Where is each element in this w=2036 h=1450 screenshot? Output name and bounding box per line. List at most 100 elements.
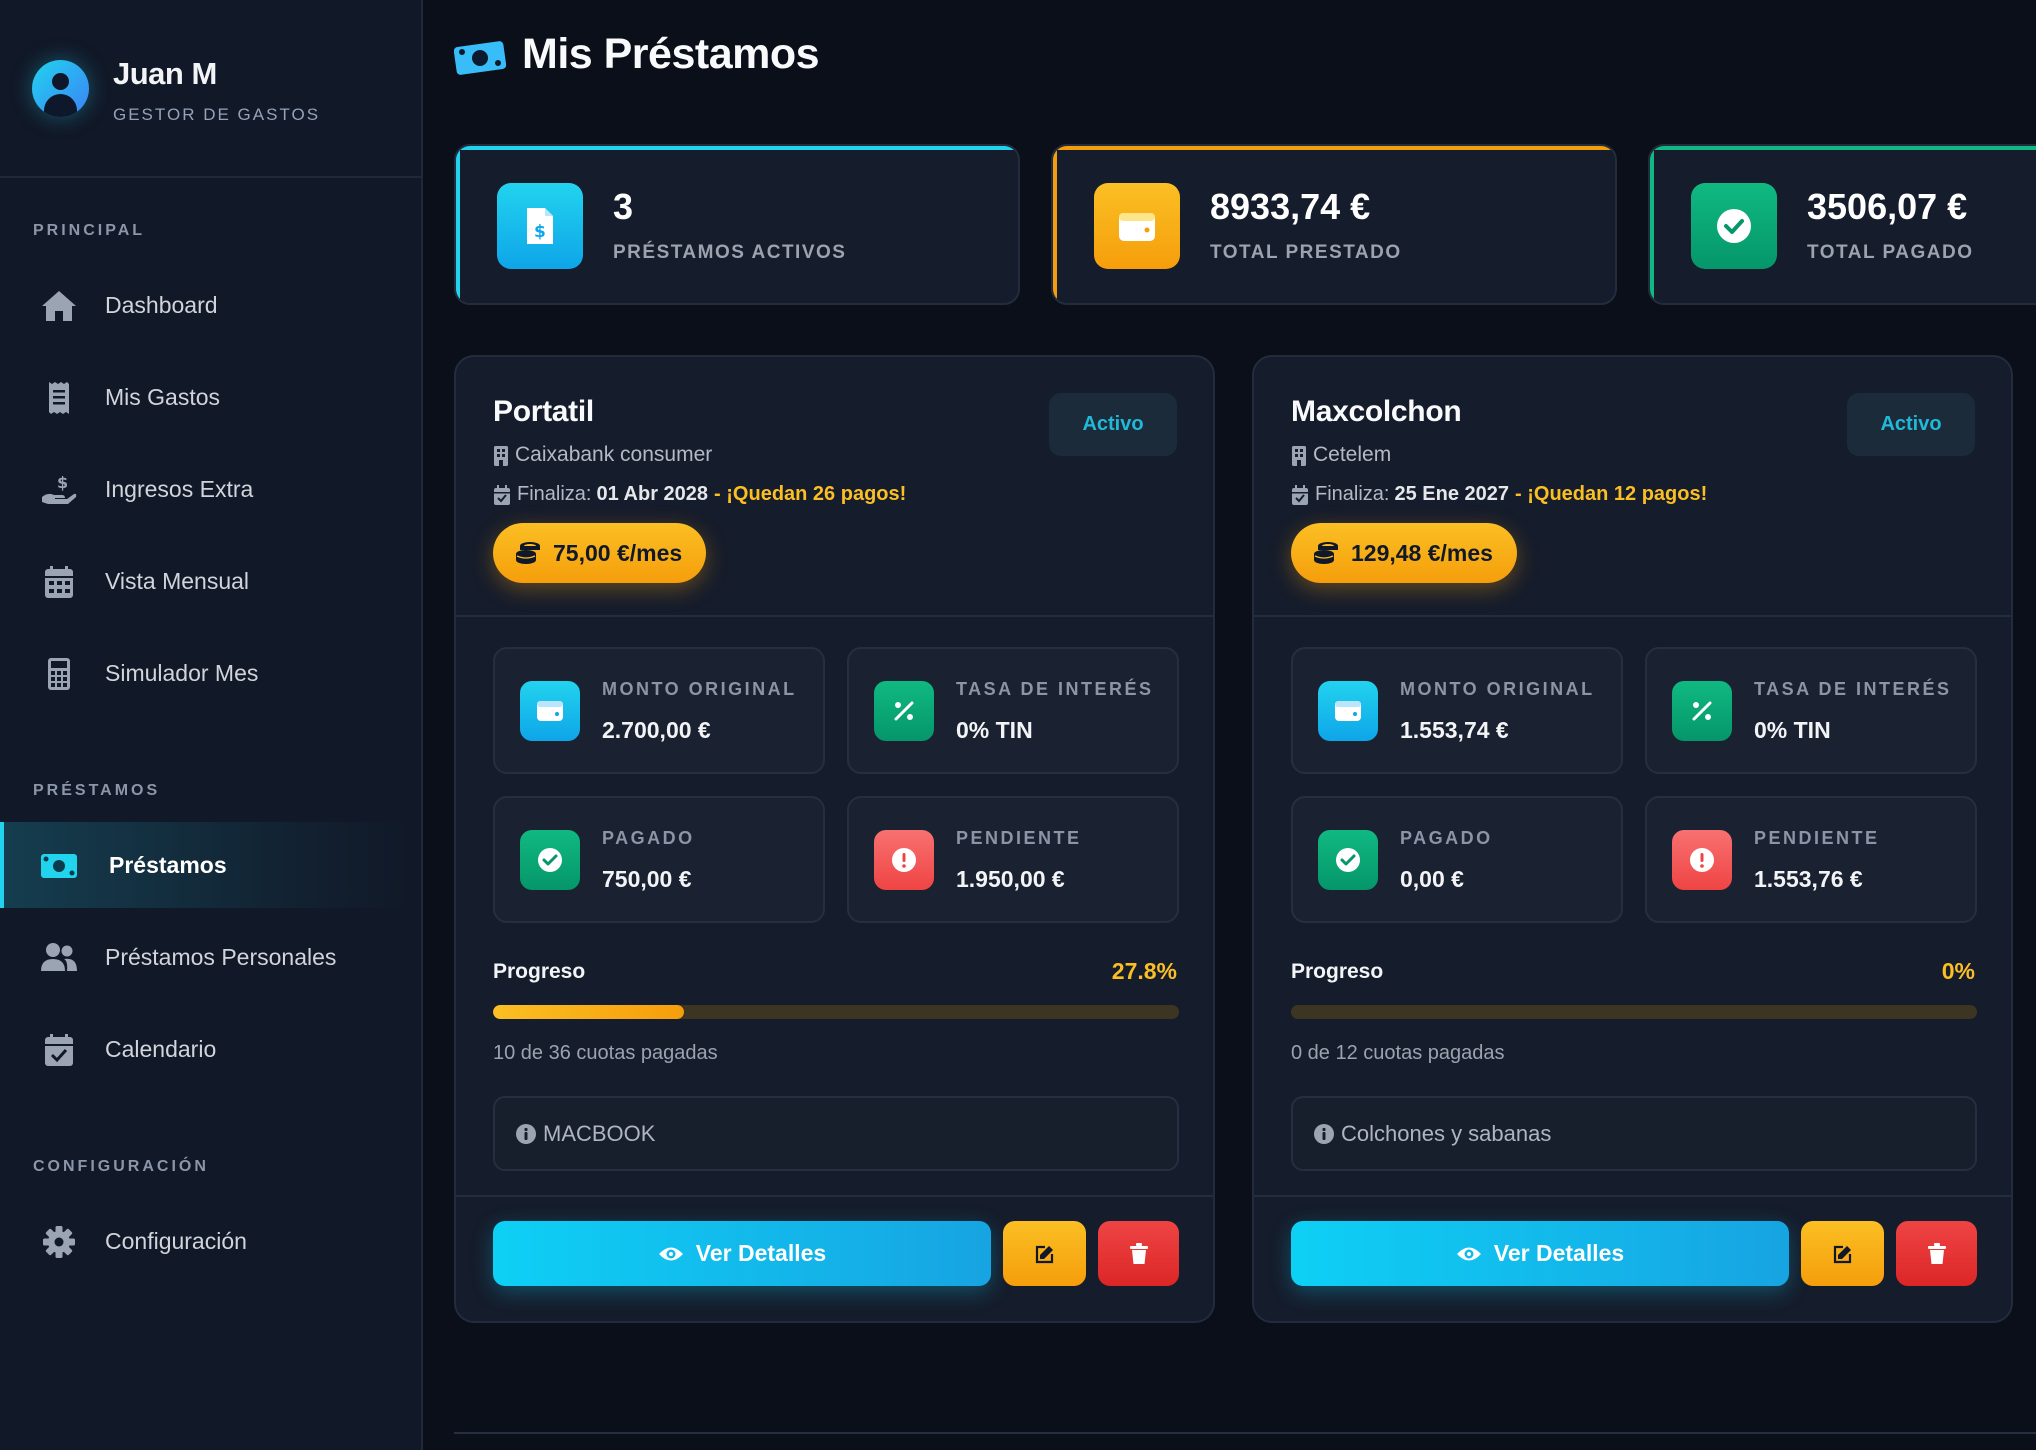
monthly-payment-badge: 75,00 €/mes [493,523,707,583]
end-date: 01 Abr 2028 [596,483,709,505]
exclamation-circle-icon [874,830,934,890]
user-avatar-icon[interactable] [32,60,89,117]
sidebar-item-label: Simulador Mes [105,659,259,686]
edit-button[interactable] [1003,1221,1086,1286]
calculator-icon [48,658,70,690]
info-label: TASA DE INTERÉS [956,679,1154,699]
monthly-amount: 75,00 €/mes [553,539,683,566]
loan-end-info: Finaliza: 01 Abr 2028 - ¡Quedan 26 pagos… [493,483,906,506]
progress-percentage: 0% [1941,958,1975,984]
coins-icon [516,542,540,564]
loan-note: Colchones y sabanas [1291,1096,1977,1171]
eye-icon [1456,1247,1481,1260]
stat-label: TOTAL PAGADO [1807,242,1974,263]
home-icon [42,291,76,321]
gear-icon [43,1226,75,1258]
trash-icon [1129,1242,1148,1264]
remaining-payments: - ¡Quedan 26 pagos! [714,483,907,505]
info-value: 0% TIN [1754,717,1831,743]
info-label: MONTO ORIGINAL [1400,679,1595,699]
divider [1254,615,2011,617]
check-circle-icon [520,830,580,890]
stat-card-total-paid: 3506,07 € TOTAL PAGADO [1648,144,2036,305]
info-circle-icon [1314,1123,1334,1144]
sidebar-item-simulador-mes[interactable]: Simulador Mes [0,630,421,716]
page-title: Mis Préstamos [522,30,820,78]
calendar-grid-icon [45,566,73,598]
info-label: MONTO ORIGINAL [602,679,797,699]
info-original-amount: MONTO ORIGINAL 1.553,74 € [1291,647,1623,774]
progress-label: Progreso [1291,960,1384,983]
status-badge: Activo [1049,393,1177,456]
stat-accent-line [1053,146,1615,150]
loan-lender: Cetelem [1291,443,1391,467]
progress-bar [1291,1005,1977,1019]
hand-holding-dollar-icon: $ [42,473,77,504]
sidebar-item-dashboard[interactable]: Dashboard [0,262,421,348]
loan-note: MACBOOK [493,1096,1179,1171]
edit-button[interactable] [1801,1221,1884,1286]
info-value: 2.700,00 € [602,717,711,743]
edit-icon [1833,1245,1851,1263]
stat-accent-line [456,146,1018,150]
check-circle-icon [1318,830,1378,890]
stat-value: 3 [613,186,634,227]
stat-card-total-lent: 8933,74 € TOTAL PRESTADO [1051,144,1617,305]
divider [456,1195,1213,1197]
invoice-dollar-icon: $ [497,183,583,269]
delete-button[interactable] [1098,1221,1179,1286]
info-pending: PENDIENTE 1.950,00 € [847,796,1179,923]
user-profile: Juan M GESTOR DE GASTOS [0,0,421,178]
divider [456,615,1213,617]
calendar-check-icon [45,1034,73,1066]
info-value: 1.553,76 € [1754,866,1863,892]
sidebar-item-mis-gastos[interactable]: Mis Gastos [0,354,421,440]
section-title-prestamos: PRÉSTAMOS [33,782,161,799]
monthly-amount: 129,48 €/mes [1351,539,1493,566]
svg-text:$: $ [57,473,68,492]
section-divider [454,1432,2036,1434]
wallet-icon [520,681,580,741]
info-label: TASA DE INTERÉS [1754,679,1952,699]
view-details-label: Ver Detalles [695,1240,827,1266]
stat-label: TOTAL PRESTADO [1210,242,1402,263]
delete-button[interactable] [1896,1221,1977,1286]
info-label: PENDIENTE [1754,828,1880,848]
sidebar-item-configuracion[interactable]: Configuración [0,1198,421,1284]
info-interest-rate: TASA DE INTERÉS 0% TIN [1645,647,1977,774]
loan-name: Maxcolchon [1291,395,1462,428]
section-title-principal: PRINCIPAL [33,222,146,239]
percent-icon [1672,681,1732,741]
sidebar-item-label: Vista Mensual [105,567,250,594]
sidebar-item-label: Préstamos [109,851,227,878]
info-pending: PENDIENTE 1.553,76 € [1645,796,1977,923]
eye-icon [658,1247,683,1260]
progress-percentage: 27.8% [1111,958,1177,984]
wallet-icon [1318,681,1378,741]
sidebar-item-prestamos[interactable]: Préstamos [0,822,421,908]
stat-accent-line [1053,146,1057,303]
sidebar-item-ingresos-extra[interactable]: $ Ingresos Extra [0,446,421,532]
section-title-configuracion: CONFIGURACIÓN [33,1158,209,1175]
info-original-amount: MONTO ORIGINAL 2.700,00 € [493,647,825,774]
progress-label: Progreso [493,960,586,983]
end-prefix: Finaliza: [517,483,592,505]
loan-card: Portatil Activo Caixabank consumer Final… [454,355,1215,1323]
sidebar-item-label: Préstamos Personales [105,943,337,970]
info-value: 0% TIN [956,717,1033,743]
edit-icon [1035,1245,1053,1263]
loan-end-info: Finaliza: 25 Ene 2027 - ¡Quedan 12 pagos… [1291,483,1707,506]
sidebar-item-label: Ingresos Extra [105,475,254,502]
loan-lender: Caixabank consumer [493,443,712,467]
check-circle-icon [1691,183,1777,269]
svg-text:$: $ [534,222,546,242]
user-role: GESTOR DE GASTOS [113,105,321,124]
sidebar-item-prestamos-personales[interactable]: Préstamos Personales [0,914,421,1000]
sidebar-item-calendario[interactable]: Calendario [0,1006,421,1092]
view-details-button[interactable]: Ver Detalles [1291,1221,1789,1286]
info-label: PAGADO [1400,828,1493,848]
view-details-button[interactable]: Ver Detalles [493,1221,991,1286]
sidebar-item-vista-mensual[interactable]: Vista Mensual [0,538,421,624]
stat-card-active-loans: $ 3 PRÉSTAMOS ACTIVOS [454,144,1020,305]
stat-accent-line [1650,146,2036,150]
